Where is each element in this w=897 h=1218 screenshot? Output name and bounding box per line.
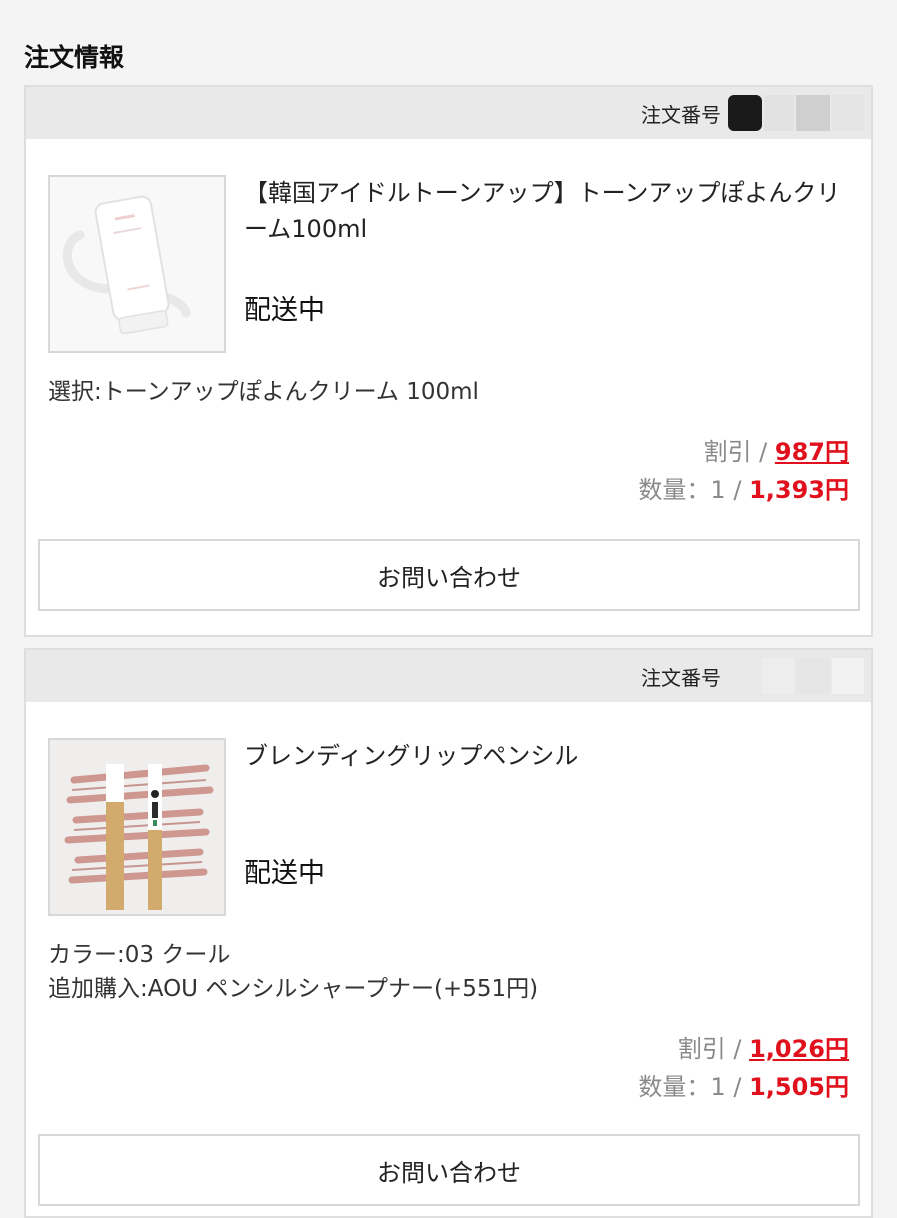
product-name[interactable]: ブレンディングリップペンシル <box>244 738 854 774</box>
discount-line: 割引 / 987円 <box>704 435 849 469</box>
separator: / <box>759 438 768 466</box>
order-card: 注文番号 【韓国アイドルトーンアップ】トーンアップぽよんクリーム100ml 配送… <box>24 85 873 637</box>
separator: / <box>733 1073 742 1101</box>
redacted-order-number <box>796 95 830 131</box>
order-number-label: 注文番号 <box>641 102 721 127</box>
order-card: 注文番号 ブレンディングリップペンシル 配送中 カラー:03 クール 追加購入:… <box>24 648 873 1218</box>
order-header: 注文番号 <box>26 650 871 702</box>
product-thumbnail[interactable] <box>48 738 226 916</box>
cream-tube-image <box>50 177 224 351</box>
inquiry-button[interactable]: お問い合わせ <box>38 1134 860 1206</box>
redacted-order-number <box>764 95 794 131</box>
order-number-label: 注文番号 <box>641 665 721 690</box>
redacted-order-number <box>728 95 762 131</box>
option-selection: 選択:トーンアップぽよんクリーム 100ml <box>48 379 479 405</box>
discount-value: 1,026円 <box>749 1035 849 1063</box>
separator: / <box>733 476 742 504</box>
shipping-status: 配送中 <box>244 295 325 326</box>
redacted-order-number <box>832 95 864 131</box>
quantity-price-line: 数量：1 / 1,393円 <box>638 473 849 507</box>
price-value: 1,393円 <box>749 476 849 504</box>
redacted-order-number <box>762 658 794 694</box>
option-addon: 追加購入:AOU ペンシルシャープナー(+551円) <box>48 976 539 1002</box>
product-name[interactable]: 【韓国アイドルトーンアップ】トーンアップぽよんクリーム100ml <box>244 175 854 247</box>
option-color: カラー:03 クール <box>48 942 231 968</box>
inquiry-button[interactable]: お問い合わせ <box>38 539 860 611</box>
quantity-label: 数量：1 <box>638 476 726 504</box>
product-thumbnail[interactable] <box>48 175 226 353</box>
redacted-order-number <box>796 658 830 694</box>
quantity-price-line: 数量：1 / 1,505円 <box>638 1070 849 1104</box>
section-title: 注文情報 <box>24 43 125 72</box>
quantity-label: 数量：1 <box>638 1073 726 1101</box>
shipping-status: 配送中 <box>244 858 325 889</box>
discount-label: 割引 <box>677 1035 726 1063</box>
discount-label: 割引 <box>703 438 752 466</box>
lip-pencil-image <box>50 740 224 914</box>
discount-value: 987円 <box>774 438 849 466</box>
price-value: 1,505円 <box>749 1073 849 1101</box>
discount-line: 割引 / 1,026円 <box>678 1032 849 1066</box>
redacted-order-number <box>832 658 864 694</box>
separator: / <box>733 1035 742 1063</box>
